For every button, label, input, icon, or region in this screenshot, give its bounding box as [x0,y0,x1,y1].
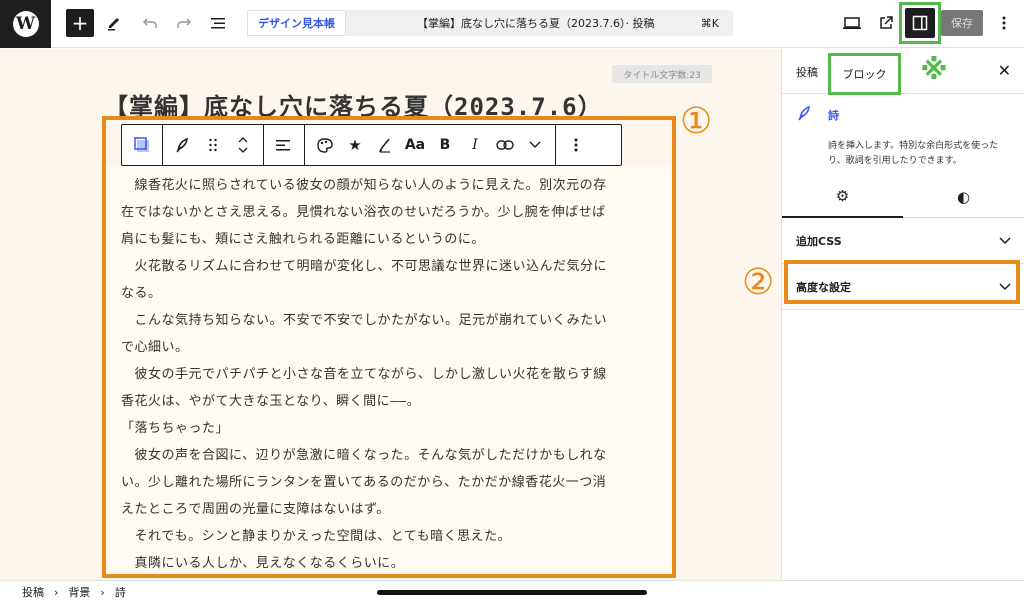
breadcrumb-item[interactable]: 詩 [115,584,126,600]
block-name: 詩 [828,109,839,122]
command-palette-bar[interactable]: デザイン見本帳 【掌編】底なし穴に落ちる夏（2023.7.6）· 投稿 ⌘K [247,10,733,36]
undo-button[interactable] [136,9,164,37]
tab-styles[interactable]: ◐ [903,176,1024,218]
close-sidebar-button[interactable]: ✕ [998,61,1011,80]
annotation-number-2: ② [742,262,775,303]
feather-icon [798,105,812,125]
close-icon: ✕ [997,61,1011,80]
plus-icon: + [71,11,89,35]
redo-button[interactable] [170,9,198,37]
site-name-chip[interactable]: デザイン見本帳 [247,10,346,36]
block-breadcrumb-bar: 投稿 › 背景 › 詩 [0,580,1024,601]
save-button[interactable]: 保存 [941,10,983,36]
undo-icon [142,18,157,28]
panel-title: 追加CSS [796,234,842,248]
settings-sidebar: 投稿 ブロック ※ ✕ 詩 詩を挿入します。特別な余白形式を使ったり、歌詞を引用… [781,49,1024,580]
inspector-tabs: ⚙ ◐ [782,176,1024,218]
shortcut-hint: ⌘K [700,16,719,30]
breadcrumb-item[interactable]: 背景 [68,584,90,600]
top-toolbar: W + デザイン見本帳 【掌編】底なし穴に落ちる夏（2023.7.6）· 投稿 … [0,0,1024,48]
tab-settings[interactable]: ⚙ [782,176,903,218]
tab-post[interactable]: 投稿 [796,49,818,94]
annotation-number-1: ① [680,101,713,142]
wordpress-icon: W [12,11,39,37]
redo-icon [177,18,192,28]
preview-button[interactable] [838,9,866,37]
document-title[interactable]: 【掌編】底なし穴に落ちる夏（2023.7.6）· 投稿 [417,10,654,36]
half-circle-icon: ◐ [956,188,971,206]
add-block-button[interactable]: + [66,9,94,37]
wordpress-logo-button[interactable]: W [0,0,51,48]
sidebar-icon [912,15,928,31]
desktop-icon [843,17,861,29]
chevron-right-icon: › [100,585,105,599]
more-vertical-icon [1002,16,1006,30]
document-overview-button[interactable] [204,9,232,37]
block-description: 詩を挿入します。特別な余白形式を使ったり、歌詞を引用したりできます。 [828,141,999,166]
settings-toggle-button[interactable] [905,8,935,38]
chevron-down-icon [999,234,1011,248]
gear-icon: ⚙ [835,187,850,205]
annotation-orange-box-advanced [784,260,1020,304]
home-indicator [377,590,647,595]
breadcrumb-item[interactable]: 投稿 [22,584,44,600]
external-link-icon [880,16,893,29]
panel-additional-css[interactable]: 追加CSS [782,218,1024,264]
tab-block[interactable]: ブロック [828,53,901,95]
pen-icon [108,18,119,31]
annotation-reference-mark: ※ [920,53,948,86]
annotation-orange-box-block [102,116,676,578]
list-view-icon [211,18,225,29]
chevron-right-icon: › [54,585,59,599]
tools-button[interactable] [100,9,128,37]
editor-canvas: タイトル文字数:23 【掌編】底なし穴に落ちる夏（2023.7.6） ① ★ A… [0,49,781,580]
options-button[interactable] [990,9,1018,37]
view-post-button[interactable] [872,9,900,37]
sidebar-tabs: 投稿 ブロック ※ ✕ [782,49,1024,95]
breadcrumb: 投稿 › 背景 › 詩 [22,584,126,600]
title-char-count: タイトル文字数:23 [612,65,712,83]
